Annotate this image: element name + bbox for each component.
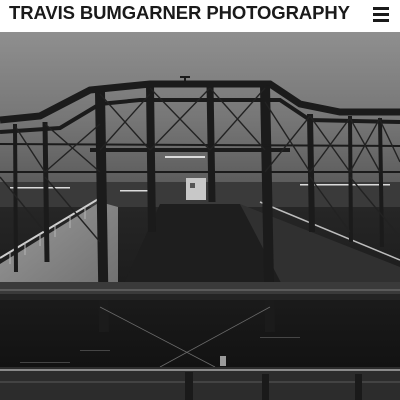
hamburger-menu-icon[interactable]: [373, 6, 391, 23]
bridge-photograph: [0, 32, 400, 400]
site-header: TRAVIS BUMGARNER PHOTOGRAPHY: [0, 0, 400, 32]
foreground-dock: [0, 367, 400, 400]
hero-photo: [0, 32, 400, 400]
lower-beam: [0, 282, 400, 294]
sky: [0, 32, 400, 202]
guard-booth: [186, 178, 206, 200]
site-title[interactable]: TRAVIS BUMGARNER PHOTOGRAPHY: [9, 2, 350, 24]
